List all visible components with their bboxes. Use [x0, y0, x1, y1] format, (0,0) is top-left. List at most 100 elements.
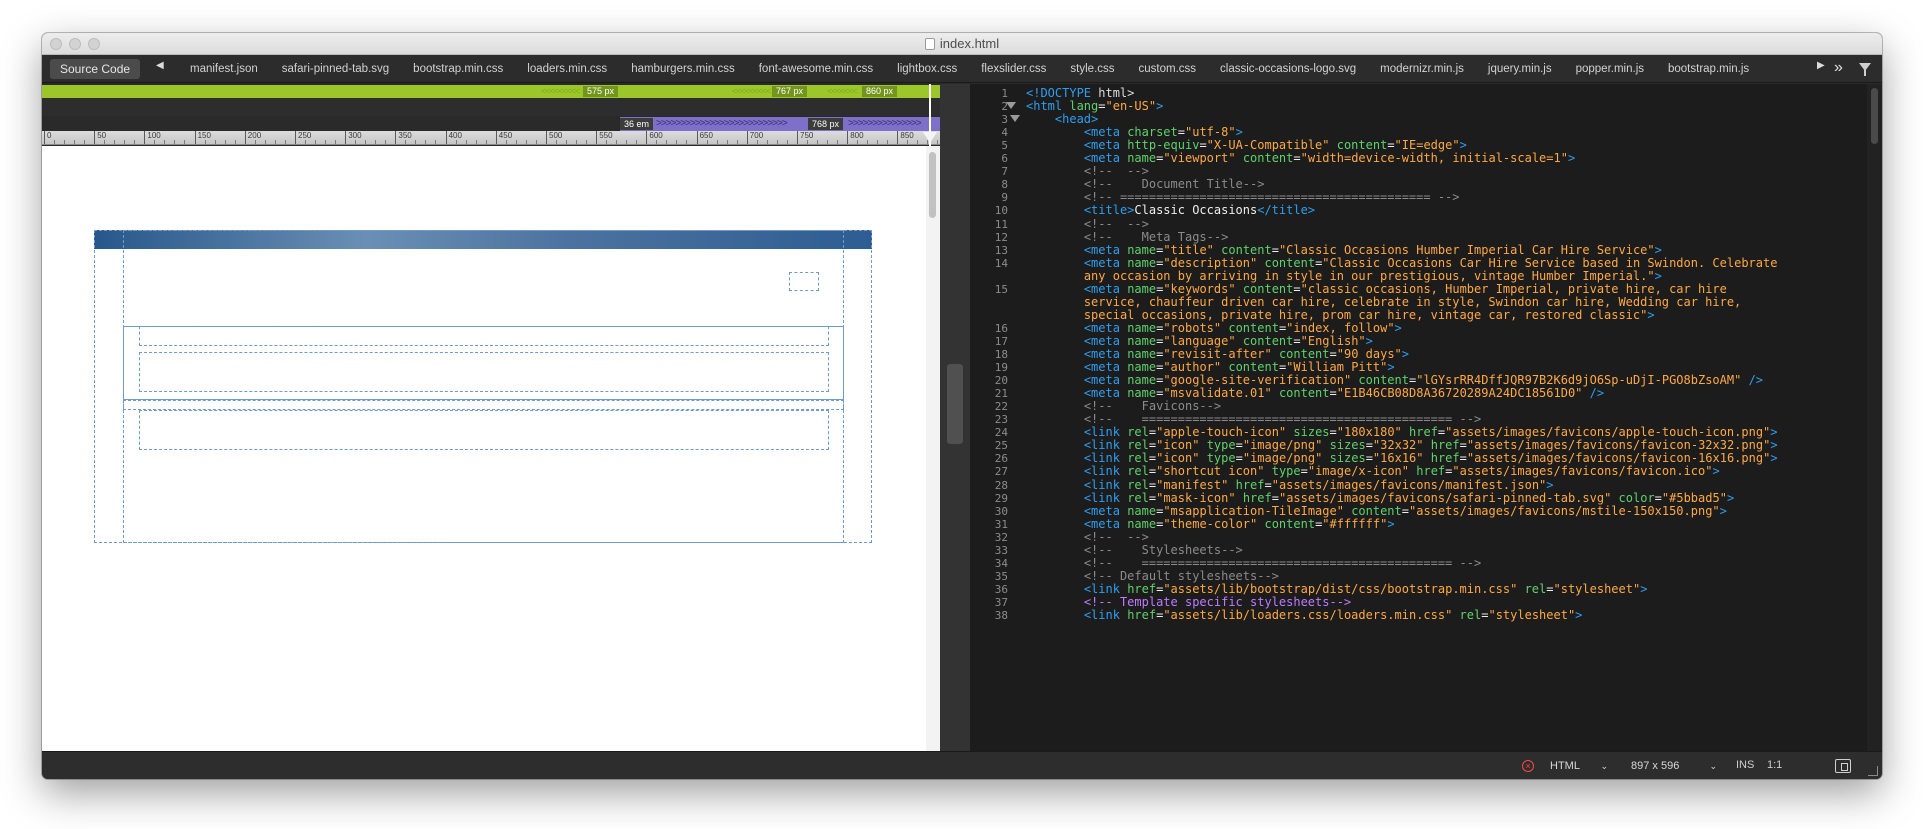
code-line[interactable]: <meta name="theme-color" content="#fffff…: [1084, 517, 1882, 531]
media-query-bar-min-width[interactable]: 36 em >>>>>>>>>>>>>>>>>>>>>>>>>>> 768 px…: [620, 117, 940, 131]
code-line[interactable]: <meta name="description" content="Classi…: [1084, 256, 1882, 270]
code-line[interactable]: <link rel="apple-touch-icon" sizes="180x…: [1084, 425, 1882, 439]
mq-label[interactable]: 768 px: [808, 118, 844, 130]
code-line[interactable]: <link rel="shortcut icon" type="image/x-…: [1084, 464, 1882, 478]
filter-icon[interactable]: [1859, 63, 1871, 76]
code-line[interactable]: <meta name="robots" content="index, foll…: [1084, 321, 1882, 335]
file-tab[interactable]: bootstrap.min.js: [1656, 55, 1761, 83]
code-line[interactable]: any occasion by arriving in style in our…: [1084, 269, 1882, 283]
file-tab[interactable]: manifest.json: [178, 55, 270, 83]
pane-splitter[interactable]: [940, 84, 970, 751]
code-line[interactable]: <!-- Meta Tags-->: [1084, 230, 1882, 244]
code-line[interactable]: <meta name="google-site-verification" co…: [1084, 373, 1882, 387]
block-outline[interactable]: [139, 326, 829, 346]
insert-mode[interactable]: INS: [1736, 759, 1754, 771]
file-tab[interactable]: modernizr.min.js: [1368, 55, 1476, 83]
line-number: 21: [994, 387, 1008, 401]
row-outline[interactable]: [123, 400, 844, 410]
more-files-icon[interactable]: »: [1834, 59, 1843, 77]
code-line[interactable]: <!-- ===================================…: [1084, 190, 1882, 204]
ruler-minor-tick: [435, 140, 437, 144]
code-line[interactable]: <link href="assets/lib/bootstrap/dist/cs…: [1084, 582, 1882, 596]
code-editor[interactable]: <!DOCTYPE html> 1 <html lang="en-US"> 2 <hea…: [970, 84, 1882, 751]
ruler-minor-tick: [284, 140, 286, 144]
code-line[interactable]: <!-- -->: [1084, 530, 1882, 544]
block-outline[interactable]: [139, 352, 829, 392]
code-line[interactable]: <!-- -->: [1084, 164, 1882, 178]
resize-grip-icon[interactable]: [1868, 766, 1878, 776]
page-preview[interactable]: [42, 146, 940, 751]
code-line[interactable]: <html lang="en-US">: [1026, 99, 1856, 113]
fold-arrow-icon[interactable]: [1010, 115, 1020, 123]
mq-label[interactable]: 860 px: [862, 86, 898, 97]
code-line[interactable]: <head>: [1055, 112, 1882, 126]
code-line[interactable]: <!-- ===================================…: [1084, 556, 1882, 570]
element-outline[interactable]: [789, 272, 819, 291]
code-line[interactable]: <link rel="mask-icon" href="assets/image…: [1084, 491, 1882, 505]
window-size-select[interactable]: 897 x 596 ⌄: [1627, 758, 1719, 774]
file-tab[interactable]: font-awesome.min.css: [747, 55, 885, 83]
code-line[interactable]: <!-- Template specific stylesheets-->: [1084, 595, 1882, 609]
line-number: 12: [994, 230, 1008, 244]
media-query-bar-empty[interactable]: [42, 98, 940, 116]
file-tab[interactable]: popper.min.js: [1564, 55, 1656, 83]
code-line[interactable]: <meta http-equiv="X-UA-Compatible" conte…: [1084, 138, 1882, 152]
file-tab[interactable]: jquery.min.js: [1476, 55, 1564, 83]
code-line[interactable]: <link rel="manifest" href="assets/images…: [1084, 478, 1882, 492]
file-tab[interactable]: style.css: [1058, 55, 1126, 83]
code-line[interactable]: <meta name="viewport" content="width=dev…: [1084, 151, 1882, 165]
code-line[interactable]: <!-- ===================================…: [1084, 412, 1882, 426]
code-line[interactable]: <title>Classic Occasions</title>: [1084, 203, 1882, 217]
code-line[interactable]: <meta name="keywords" content="classic o…: [1084, 282, 1882, 296]
preview-scroll-thumb[interactable]: [929, 152, 936, 218]
block-outline[interactable]: [139, 410, 829, 450]
file-tab[interactable]: lightbox.css: [885, 55, 969, 83]
file-tab[interactable]: loaders.min.css: [515, 55, 619, 83]
file-tab[interactable]: hamburgers.min.css: [619, 55, 747, 83]
preview-scrollbar[interactable]: [926, 146, 940, 751]
code-line[interactable]: special occasions, private hire, prom ca…: [1084, 308, 1882, 322]
code-line[interactable]: <!-- Default stylesheets-->: [1084, 569, 1882, 583]
preview-icon[interactable]: [1835, 759, 1851, 773]
scroll-left-icon[interactable]: ◀: [156, 60, 164, 71]
file-tab[interactable]: flexslider.css: [969, 55, 1058, 83]
line-number: 16: [994, 321, 1008, 335]
error-icon[interactable]: ×: [1522, 760, 1534, 772]
code-line[interactable]: <meta name="msvalidate.01" content="E1B4…: [1084, 386, 1882, 400]
source-code-button[interactable]: Source Code: [50, 59, 141, 79]
code-line[interactable]: <meta name="language" content="English">: [1084, 334, 1882, 348]
mq-label[interactable]: 575 px: [583, 86, 619, 97]
mq-label[interactable]: 36 em: [620, 118, 654, 130]
code-line[interactable]: service, chauffeur driven car hire, cele…: [1084, 295, 1882, 309]
ruler-minor-tick: [525, 140, 527, 144]
ruler-minor-tick: [736, 140, 738, 144]
code-line[interactable]: <link rel="icon" type="image/png" sizes=…: [1084, 438, 1882, 452]
file-tab[interactable]: safari-pinned-tab.svg: [270, 55, 401, 83]
language-select[interactable]: HTML ⌄: [1546, 758, 1610, 774]
related-files-bar: Source Code ◀ manifest.json safari-pinned…: [42, 55, 1882, 83]
code-line[interactable]: <meta charset="utf-8">: [1084, 125, 1882, 139]
code-line[interactable]: <!-- Document Title-->: [1084, 177, 1882, 191]
code-line[interactable]: <!-- -->: [1084, 217, 1882, 231]
file-tab[interactable]: custom.css: [1127, 55, 1209, 83]
scrubber-handle-icon[interactable]: [923, 132, 937, 143]
ruler-minor-tick: [817, 140, 818, 144]
media-query-bar-max-width[interactable]: <<<<<<<<< 575 px <<<<<<<<< 767 px <<<<<<…: [42, 85, 940, 98]
code-line[interactable]: <link rel="icon" type="image/png" sizes=…: [1084, 451, 1882, 465]
code-line[interactable]: <meta name="revisit-after" content="90 d…: [1084, 347, 1882, 361]
code-line[interactable]: <meta name="title" content="Classic Occa…: [1084, 243, 1882, 257]
code-line[interactable]: <!-- Stylesheets-->: [1084, 543, 1882, 557]
code-line[interactable]: <meta name="msapplication-TileImage" con…: [1084, 504, 1882, 518]
scroll-right-icon[interactable]: ▶: [1817, 60, 1825, 71]
live-view-pane: <<<<<<<<< 575 px <<<<<<<<< 767 px <<<<<<…: [42, 84, 940, 751]
code-line[interactable]: <link href="assets/lib/loaders.css/loade…: [1084, 608, 1882, 622]
splitter-handle[interactable]: [947, 364, 963, 444]
file-tab[interactable]: classic-occasions-logo.svg: [1208, 55, 1368, 83]
code-line[interactable]: <!DOCTYPE html>: [1026, 86, 1856, 100]
code-line[interactable]: <!-- Favicons-->: [1084, 399, 1882, 413]
code-line[interactable]: <meta name="author" content="William Pit…: [1084, 360, 1882, 374]
file-tab[interactable]: bootstrap.min.css: [401, 55, 515, 83]
fold-arrow-icon[interactable]: [1006, 102, 1016, 110]
ruler-minor-tick: [837, 140, 838, 144]
mq-label[interactable]: 767 px: [772, 86, 808, 97]
